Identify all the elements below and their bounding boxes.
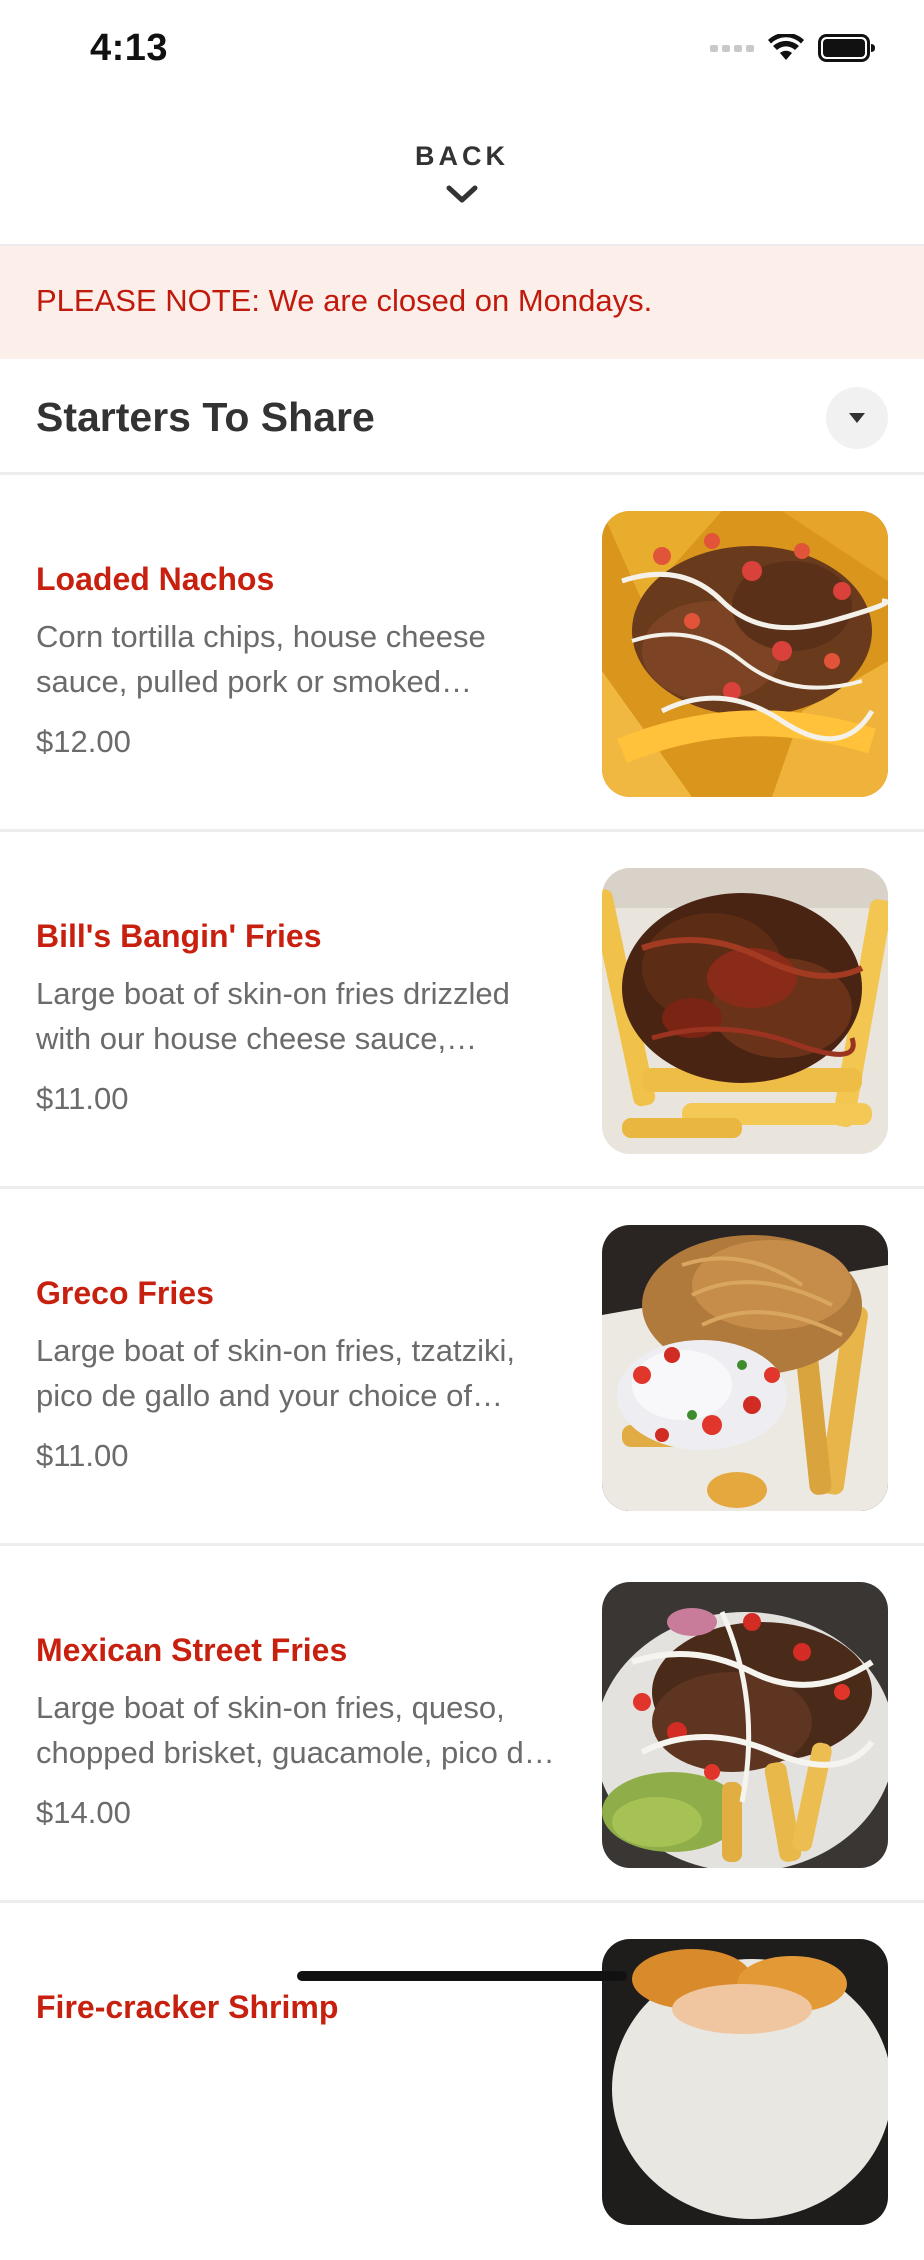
- status-icons: [710, 34, 876, 62]
- item-description: Corn tortilla chips, house cheese sauce,…: [36, 619, 486, 699]
- notice-banner: PLEASE NOTE: We are closed on Mondays.: [0, 246, 924, 359]
- chevron-down-icon[interactable]: [445, 184, 479, 206]
- home-indicator[interactable]: [297, 1971, 627, 1981]
- item-price: $14.00: [36, 1795, 131, 1830]
- item-price: $11.00: [36, 1438, 129, 1473]
- menu-item[interactable]: Loaded Nachos Corn tortilla chips, house…: [0, 475, 924, 832]
- menu-item[interactable]: Fire-cracker Shrimp: [0, 1903, 924, 2260]
- section-header[interactable]: Starters To Share: [0, 359, 924, 475]
- menu-item[interactable]: Mexican Street Fries Large boat of skin-…: [0, 1546, 924, 1903]
- item-name[interactable]: Mexican Street Fries: [36, 1632, 347, 1669]
- menu-item[interactable]: Greco Fries Large boat of skin-on fries,…: [0, 1189, 924, 1546]
- battery-icon: [818, 34, 875, 62]
- item-description: Large boat of skin-on fries, queso, chop…: [36, 1690, 541, 1770]
- menu-item[interactable]: Bill's Bangin' Fries Large boat of skin-…: [0, 832, 924, 1189]
- cellular-signal-icon: [710, 44, 754, 52]
- back-header[interactable]: BACK: [0, 100, 924, 246]
- wifi-icon: [768, 34, 804, 60]
- item-name[interactable]: Bill's Bangin' Fries: [36, 918, 322, 955]
- item-photo[interactable]: [602, 511, 888, 797]
- back-button[interactable]: BACK: [0, 141, 924, 172]
- item-name[interactable]: Fire-cracker Shrimp: [36, 1989, 338, 2026]
- item-description: Large boat of skin-on fries drizzled wit…: [36, 976, 510, 1056]
- item-name[interactable]: Loaded Nachos: [36, 561, 274, 598]
- section-toggle-button[interactable]: [826, 387, 888, 449]
- item-price: $12.00: [36, 724, 131, 759]
- item-photo[interactable]: [602, 1225, 888, 1511]
- status-time: 4:13: [90, 27, 169, 69]
- item-description: Large boat of skin-on fries, tzatziki, p…: [36, 1333, 516, 1413]
- section-title: Starters To Share: [36, 394, 375, 440]
- item-name[interactable]: Greco Fries: [36, 1275, 214, 1312]
- item-photo[interactable]: [602, 1939, 888, 2225]
- triangle-down-icon: [849, 413, 865, 423]
- item-photo[interactable]: [602, 1582, 888, 1868]
- notice-text: PLEASE NOTE: We are closed on Mondays.: [36, 283, 653, 318]
- item-photo[interactable]: [602, 868, 888, 1154]
- status-bar: 4:13: [0, 0, 924, 100]
- item-price: $11.00: [36, 1081, 129, 1116]
